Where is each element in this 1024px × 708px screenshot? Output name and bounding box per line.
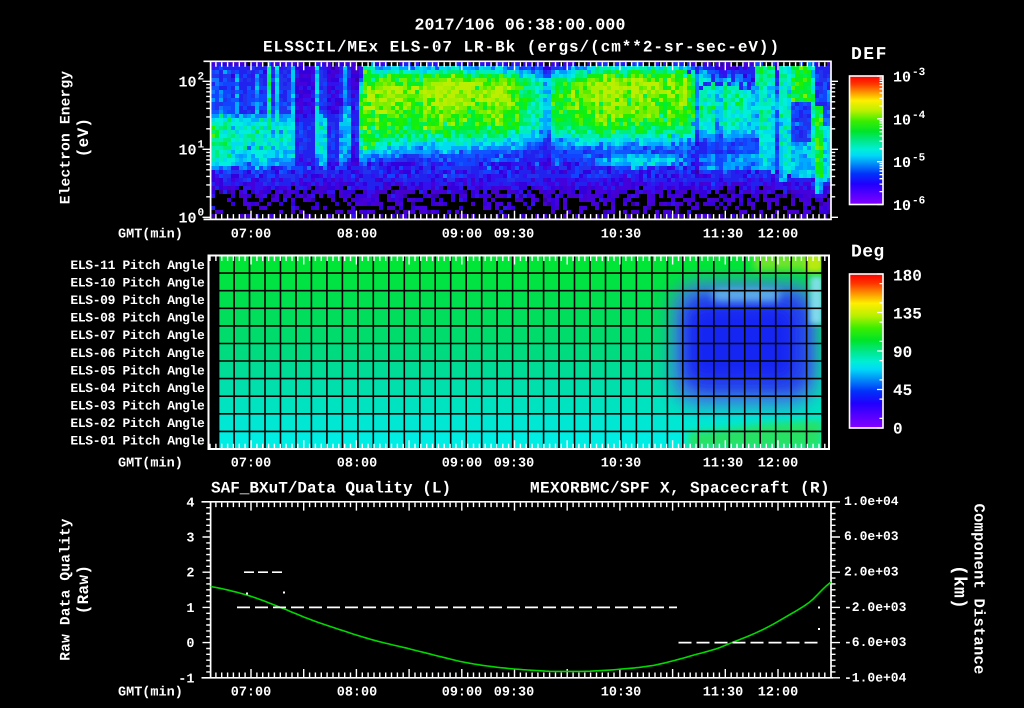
svg-text:Component Distance: Component Distance xyxy=(970,503,988,674)
svg-text:-4: -4 xyxy=(912,110,926,122)
svg-text:10: 10 xyxy=(893,112,911,129)
svg-text:12:00: 12:00 xyxy=(758,457,799,472)
svg-text:1: 1 xyxy=(186,602,194,617)
svg-text:(eV): (eV) xyxy=(75,118,93,158)
svg-text:1.0e+04: 1.0e+04 xyxy=(844,494,899,509)
svg-text:10: 10 xyxy=(178,74,196,91)
svg-text:11:30: 11:30 xyxy=(703,457,744,472)
svg-text:11:30: 11:30 xyxy=(703,228,744,243)
svg-text:SAF_BXuT/Data Quality (L): SAF_BXuT/Data Quality (L) xyxy=(211,480,451,498)
svg-text:MEXORBMC/SPF X, Spacecraft (R): MEXORBMC/SPF X, Spacecraft (R) xyxy=(530,480,830,498)
svg-text:0: 0 xyxy=(186,637,194,652)
svg-text:2.0e+03: 2.0e+03 xyxy=(844,565,899,580)
svg-text:10: 10 xyxy=(893,155,911,172)
svg-text:ELS-01 Pitch Angle: ELS-01 Pitch Angle xyxy=(70,434,205,449)
svg-text:Deg: Deg xyxy=(851,243,885,263)
svg-text:6.0e+03: 6.0e+03 xyxy=(844,529,899,544)
svg-text:09:30: 09:30 xyxy=(494,228,535,243)
svg-text:ELSSCIL/MEx ELS-07 LR-Bk (erg: ELSSCIL/MEx ELS-07 LR-Bk (ergs/(cm**2-sr… xyxy=(263,39,780,57)
svg-text:08:00: 08:00 xyxy=(337,457,378,472)
svg-text:10: 10 xyxy=(893,198,911,215)
svg-text:GMT(min): GMT(min) xyxy=(118,457,183,472)
svg-text:07:00: 07:00 xyxy=(231,457,272,472)
svg-text:10:30: 10:30 xyxy=(601,686,642,701)
svg-text:ELS-05 Pitch Angle: ELS-05 Pitch Angle xyxy=(70,363,205,378)
svg-text:0: 0 xyxy=(198,207,205,219)
svg-text:08:00: 08:00 xyxy=(337,686,378,701)
svg-text:07:00: 07:00 xyxy=(231,228,272,243)
svg-text:07:00: 07:00 xyxy=(231,686,272,701)
svg-text:2017/106 06:38:00.000: 2017/106 06:38:00.000 xyxy=(414,16,625,35)
svg-text:ELS-02 Pitch Angle: ELS-02 Pitch Angle xyxy=(70,416,205,431)
svg-text:GMT(min): GMT(min) xyxy=(118,228,183,243)
svg-text:09:00: 09:00 xyxy=(442,457,483,472)
svg-text:-6.0e+03: -6.0e+03 xyxy=(844,635,907,650)
svg-text:-1: -1 xyxy=(178,672,194,687)
svg-text:DEF: DEF xyxy=(851,45,888,65)
svg-text:-5: -5 xyxy=(912,153,926,165)
svg-text:2: 2 xyxy=(186,567,194,582)
svg-text:45: 45 xyxy=(893,382,912,400)
svg-text:180: 180 xyxy=(893,267,922,285)
svg-text:11:30: 11:30 xyxy=(703,686,744,701)
svg-text:10:30: 10:30 xyxy=(601,228,642,243)
svg-text:-3: -3 xyxy=(912,67,926,79)
svg-text:08:00: 08:00 xyxy=(337,228,378,243)
svg-text:12:00: 12:00 xyxy=(758,686,799,701)
svg-text:ELS-04 Pitch Angle: ELS-04 Pitch Angle xyxy=(70,381,205,396)
svg-text:4: 4 xyxy=(186,496,194,511)
svg-text:ELS-08 Pitch Angle: ELS-08 Pitch Angle xyxy=(70,311,205,326)
svg-text:ELS-03 Pitch Angle: ELS-03 Pitch Angle xyxy=(70,399,205,414)
svg-text:1: 1 xyxy=(198,139,205,151)
svg-text:2: 2 xyxy=(198,71,205,83)
svg-text:-2.0e+03: -2.0e+03 xyxy=(844,600,907,615)
svg-text:10:30: 10:30 xyxy=(601,457,642,472)
svg-text:12:00: 12:00 xyxy=(758,228,799,243)
svg-text:135: 135 xyxy=(893,306,922,324)
svg-text:ELS-10 Pitch Angle: ELS-10 Pitch Angle xyxy=(70,275,205,290)
svg-text:3: 3 xyxy=(186,532,194,547)
svg-text:ELS-06 Pitch Angle: ELS-06 Pitch Angle xyxy=(70,346,205,361)
svg-text:(km): (km) xyxy=(949,565,969,609)
svg-text:10: 10 xyxy=(893,70,911,87)
svg-text:09:30: 09:30 xyxy=(494,686,535,701)
svg-text:-6: -6 xyxy=(912,196,925,208)
svg-text:-1.0e+04: -1.0e+04 xyxy=(844,670,907,685)
svg-text:90: 90 xyxy=(893,344,912,362)
svg-text:09:30: 09:30 xyxy=(494,457,535,472)
svg-text:ELS-09 Pitch Angle: ELS-09 Pitch Angle xyxy=(70,293,205,308)
svg-text:Electron Energy: Electron Energy xyxy=(59,71,75,205)
svg-text:GMT(min): GMT(min) xyxy=(118,686,183,701)
svg-text:10: 10 xyxy=(178,142,196,159)
svg-text:0: 0 xyxy=(893,421,903,439)
svg-text:ELS-07 Pitch Angle: ELS-07 Pitch Angle xyxy=(70,328,205,343)
svg-text:ELS-11 Pitch Angle: ELS-11 Pitch Angle xyxy=(70,258,205,273)
svg-text:(Raw): (Raw) xyxy=(75,565,93,615)
svg-text:09:00: 09:00 xyxy=(442,686,483,701)
svg-text:Raw Data Quality: Raw Data Quality xyxy=(59,518,75,661)
svg-text:10: 10 xyxy=(178,210,196,227)
svg-text:09:00: 09:00 xyxy=(442,228,483,243)
